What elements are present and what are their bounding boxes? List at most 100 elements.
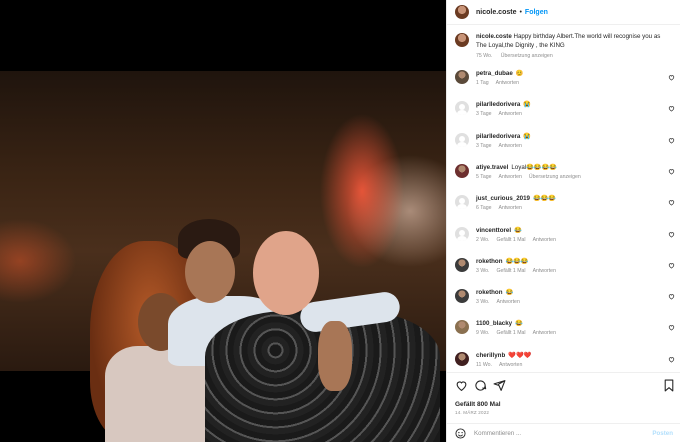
comment-row: just_curious_2019 😂😂😂 6 Tage Antworten [455, 195, 677, 217]
smiley-icon[interactable] [455, 427, 466, 439]
share-icon[interactable] [493, 379, 506, 392]
caption-avatar[interactable] [455, 33, 469, 47]
comment-meta: 9 Wo. Gefällt 1 Mal Antworten [476, 330, 677, 336]
comment-age: 11 Wo. [476, 361, 492, 368]
comment-age: 3 Tage [476, 142, 492, 149]
reply-button[interactable]: Antworten [498, 111, 521, 117]
commenter-username[interactable]: cherillynb [476, 352, 505, 359]
commenter-avatar[interactable] [455, 320, 469, 335]
commenter-username[interactable]: just_curious_2019 [476, 195, 530, 202]
reply-button[interactable]: Antworten [498, 174, 521, 180]
comment-like-count[interactable]: Gefällt 1 Mal [496, 268, 525, 274]
follow-button[interactable]: Folgen [525, 9, 548, 16]
commenter-username[interactable]: rokethon [476, 258, 502, 265]
comment-icon[interactable] [474, 379, 487, 392]
commenter-username[interactable]: pilarlledorivera [476, 133, 520, 140]
comment-body: petra_dubae 😊 1 Tag Antworten [476, 70, 677, 92]
comment-row: vincenttorel 😂 2 Wo. Gefällt 1 Mal Antworten [455, 226, 677, 249]
commenter-avatar[interactable] [455, 289, 469, 304]
comment-like-count[interactable]: Gefällt 1 Mal [496, 237, 525, 243]
comment-text: 😂😂😂 [533, 195, 557, 203]
comment-row: cherillynb ❤️❤️❤️ 11 Wo. Antworten [455, 351, 677, 374]
add-comment-bar: Kommentieren ... Posten [447, 423, 680, 442]
author-username[interactable]: nicole.coste [476, 9, 516, 16]
post-photo[interactable] [0, 71, 446, 442]
instagram-post-view: nicole.coste • Folgen nicole.coste Happy… [0, 0, 680, 442]
comment-heart-icon[interactable] [668, 74, 675, 83]
comment-heart-icon[interactable] [668, 105, 675, 114]
post-comment-button[interactable]: Posten [652, 430, 673, 437]
commenter-avatar[interactable] [455, 101, 469, 116]
comment-body: vincenttorel 😂 2 Wo. Gefällt 1 Mal Antworten [476, 227, 677, 249]
reply-button[interactable]: Antworten [533, 268, 556, 274]
post-date: 14. MÄRZ 2022 [455, 410, 490, 415]
comment-heart-icon[interactable] [668, 231, 675, 240]
commenter-avatar[interactable] [455, 226, 469, 241]
like-count[interactable]: Gefällt 800 Mal [455, 401, 501, 408]
comment-text: ❤️❤️❤️ [508, 351, 532, 359]
comment-text: 😂 [514, 226, 522, 234]
reply-button[interactable]: Antworten [498, 143, 521, 149]
comment-age: 1 Tag [476, 80, 489, 86]
reply-button[interactable]: Antworten [496, 80, 519, 86]
comment-row: 1100_blacky 😂 9 Wo. Gefällt 1 Mal Antworten [455, 320, 677, 342]
reply-button[interactable]: Antworten [533, 237, 556, 243]
action-bar [455, 379, 675, 393]
comment-heart-icon[interactable] [668, 324, 675, 333]
commenter-username[interactable]: petra_dubae [476, 70, 513, 77]
comment-row: atiye.travel Loyal😂😂😂😂 5 Tage Antworten Über… [455, 163, 677, 186]
author-avatar[interactable] [455, 5, 469, 19]
comment-heart-icon[interactable] [668, 137, 675, 146]
heart-icon[interactable] [455, 379, 468, 392]
post-header: nicole.coste • Folgen [447, 0, 680, 24]
commenter-username[interactable]: atiye.travel [476, 164, 508, 171]
post-side-panel: nicole.coste • Folgen nicole.coste Happy… [446, 0, 680, 442]
bookmark-icon[interactable] [663, 379, 675, 392]
commenter-username[interactable]: vincenttorel [476, 227, 511, 234]
comment-meta: 1 Tag Antworten [476, 80, 677, 86]
comment-meta: 6 Tage Antworten [476, 205, 677, 211]
comment-body: rokethon 😂😂😂 3 Wo. Gefällt 1 Mal Antworten [476, 258, 677, 280]
comment-row: rokethon 😂😂😂 3 Wo. Gefällt 1 Mal Antworten [455, 257, 677, 280]
translate-link[interactable]: Übersetzung anzeigen [529, 174, 581, 180]
comment-row: pilarlledorivera 😭 3 Tage Antworten [455, 132, 677, 155]
comment-age: 3 Tage [476, 111, 492, 118]
reply-button[interactable]: Antworten [496, 299, 519, 305]
comment-text: 😂😂😂 [505, 257, 529, 265]
commenter-avatar[interactable] [455, 132, 469, 147]
commenter-avatar[interactable] [455, 257, 469, 272]
comment-meta: 2 Wo. Gefällt 1 Mal Antworten [476, 237, 677, 243]
comment-body: cherillynb ❤️❤️❤️ 11 Wo. Antworten [476, 352, 677, 374]
caption-username[interactable]: nicole.coste [476, 33, 512, 40]
commenter-avatar[interactable] [455, 70, 469, 84]
comment-meta: 3 Wo. Antworten [476, 299, 677, 305]
comment-body: just_curious_2019 😂😂😂 6 Tage Antworten [476, 195, 677, 217]
commenter-username[interactable]: pilarlledorivera [476, 101, 520, 108]
commenter-username[interactable]: 1100_blacky [476, 320, 512, 327]
commenter-avatar[interactable] [455, 195, 469, 210]
reply-button[interactable]: Antworten [498, 205, 521, 211]
caption-translate-link[interactable]: Übersetzung anzeigen [501, 53, 553, 59]
comment-body: pilarlledorivera 😭 3 Tage Antworten [476, 133, 677, 155]
comment-meta: 3 Tage Antworten [476, 143, 677, 149]
comment-row: rokethon 😂 3 Wo. Antworten [455, 289, 677, 311]
comment-heart-icon[interactable] [668, 168, 675, 177]
comment-input[interactable]: Kommentieren ... [474, 430, 521, 437]
comment-age: 2 Wo. [476, 236, 490, 243]
caption-age: 75 Wo. [476, 53, 493, 59]
comment-age: 3 Wo. [476, 299, 490, 306]
comment-body: atiye.travel Loyal😂😂😂😂 5 Tage Antworten Über… [476, 164, 677, 186]
commenter-avatar[interactable] [455, 163, 469, 178]
reply-button[interactable]: Antworten [499, 362, 522, 368]
comment-heart-icon[interactable] [668, 262, 675, 271]
reply-button[interactable]: Antworten [533, 330, 556, 336]
comment-heart-icon[interactable] [668, 199, 675, 208]
commenter-avatar[interactable] [455, 351, 469, 366]
comment-heart-icon[interactable] [668, 356, 675, 365]
comment-meta: 5 Tage Antworten Übersetzung anzeigen [476, 174, 677, 180]
comment-text: 😭 [523, 101, 532, 109]
comment-heart-icon[interactable] [668, 293, 675, 302]
comment-text: Loyal😂😂😂😂 [511, 163, 557, 171]
comment-like-count[interactable]: Gefällt 1 Mal [496, 330, 525, 336]
commenter-username[interactable]: rokethon [476, 289, 502, 296]
